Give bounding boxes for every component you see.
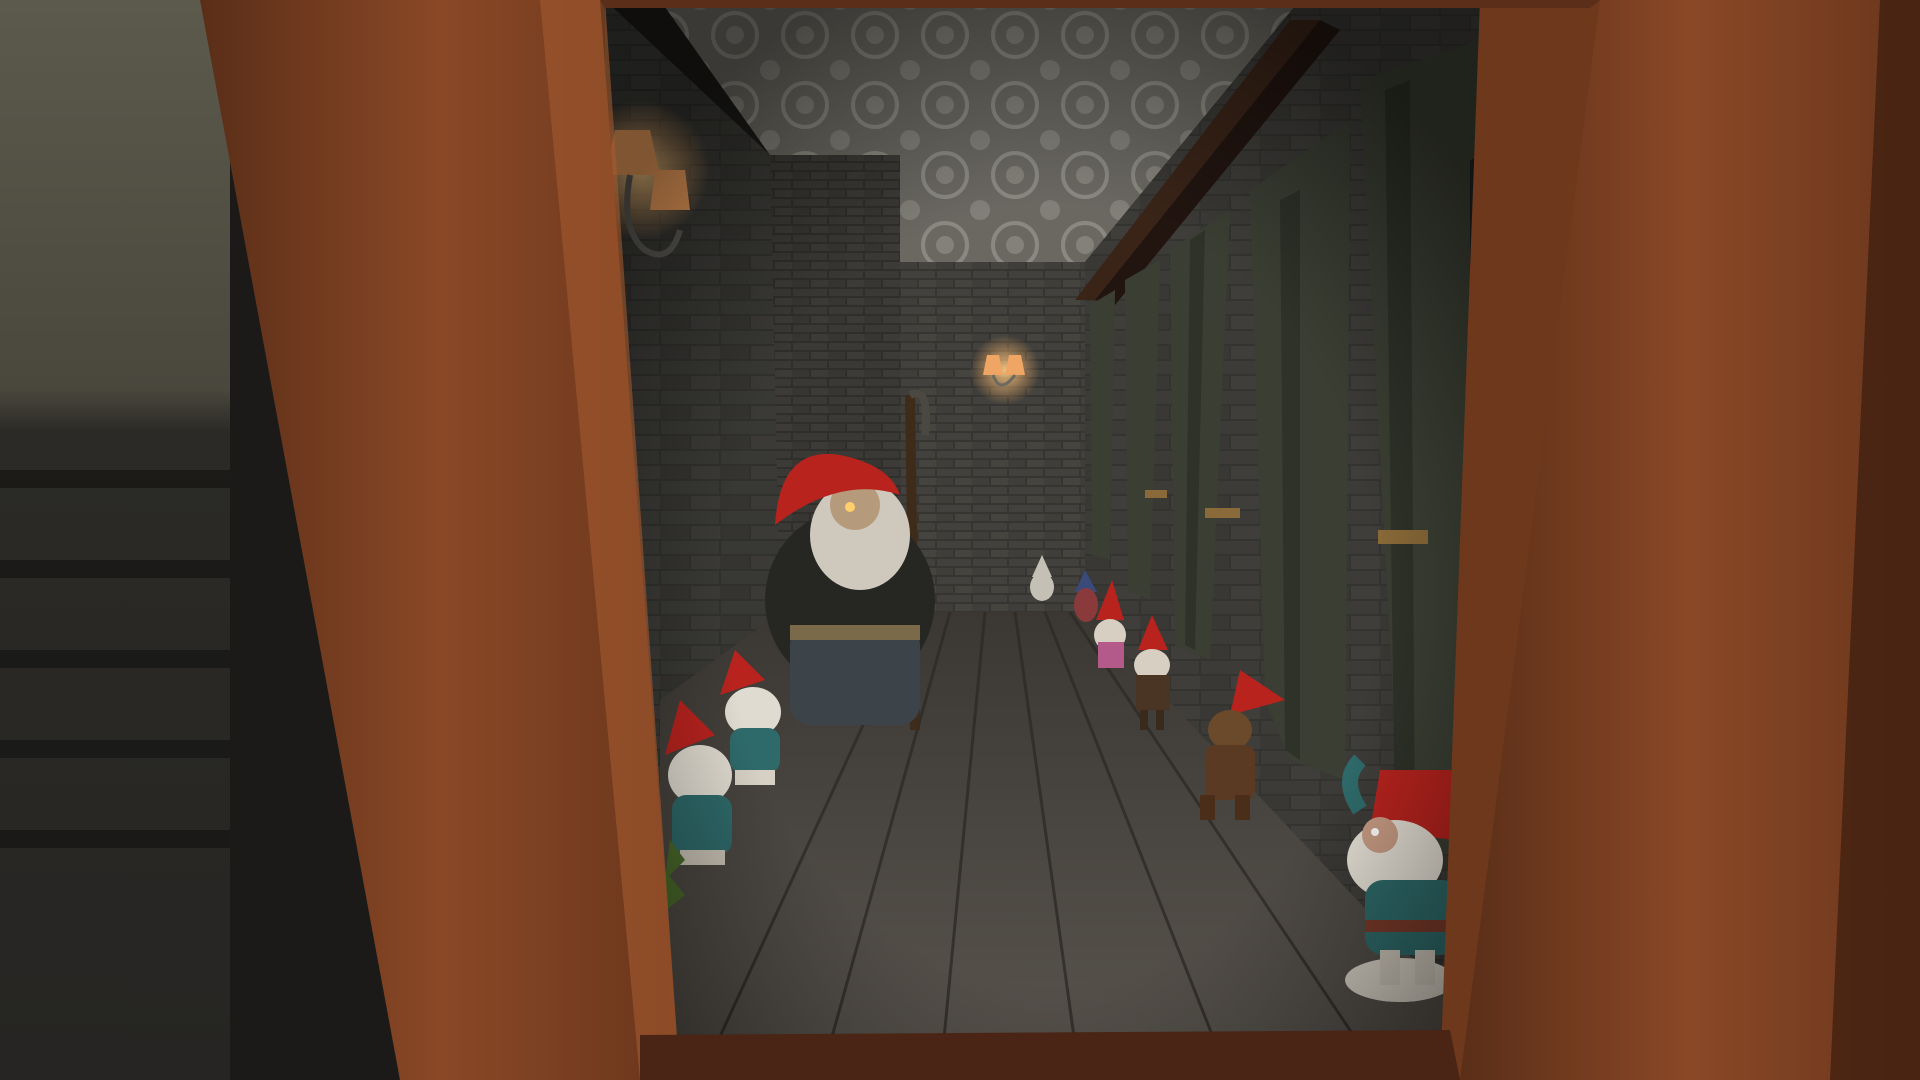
game-viewport[interactable] [0, 0, 1920, 1080]
hallway-scene [200, 0, 1920, 1080]
